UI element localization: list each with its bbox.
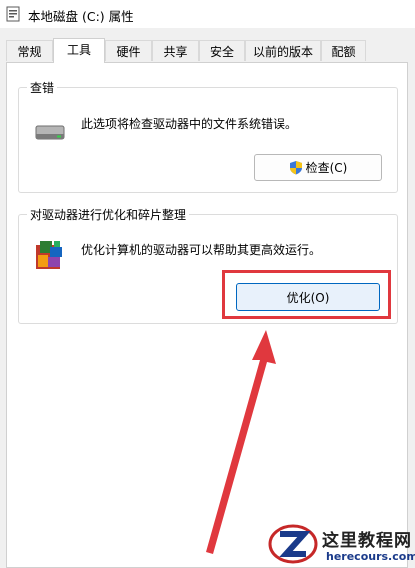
watermark-logo-icon [268, 524, 318, 564]
watermark-url: herecours.com [326, 550, 415, 563]
tab-general[interactable]: 常规 [6, 40, 53, 61]
defrag-icon [36, 241, 62, 269]
window-title: 本地磁盘 (C:) 属性 [28, 9, 134, 24]
drive-properties-icon [6, 6, 20, 22]
watermark-site-name: 这里教程网 [322, 531, 412, 551]
check-button-label: 检查(C) [305, 161, 348, 175]
tab-sharing[interactable]: 共享 [152, 40, 199, 61]
tab-quota[interactable]: 配额 [321, 40, 366, 61]
error-check-title: 查错 [27, 79, 58, 96]
tab-previous-versions[interactable]: 以前的版本 [245, 40, 321, 61]
error-check-group: 查错 此选项将检查驱动器中的文件系统错误。 检查(C) [18, 79, 398, 193]
error-check-description: 此选项将检查驱动器中的文件系统错误。 [81, 117, 298, 131]
watermark: 这里教程网 herecours.com [266, 520, 415, 568]
optimize-description: 优化计算机的驱动器可以帮助其更高效运行。 [81, 243, 322, 257]
shield-icon [289, 161, 302, 175]
optimize-title: 对驱动器进行优化和碎片整理 [27, 206, 190, 223]
drive-icon [35, 125, 65, 140]
highlight-box [222, 270, 391, 319]
tab-hardware[interactable]: 硬件 [105, 40, 152, 61]
check-button[interactable]: 检查(C) [254, 154, 382, 181]
tab-security[interactable]: 安全 [199, 40, 245, 61]
tab-tools[interactable]: 工具 [53, 38, 105, 63]
title-bar: 本地磁盘 (C:) 属性 [0, 0, 415, 28]
